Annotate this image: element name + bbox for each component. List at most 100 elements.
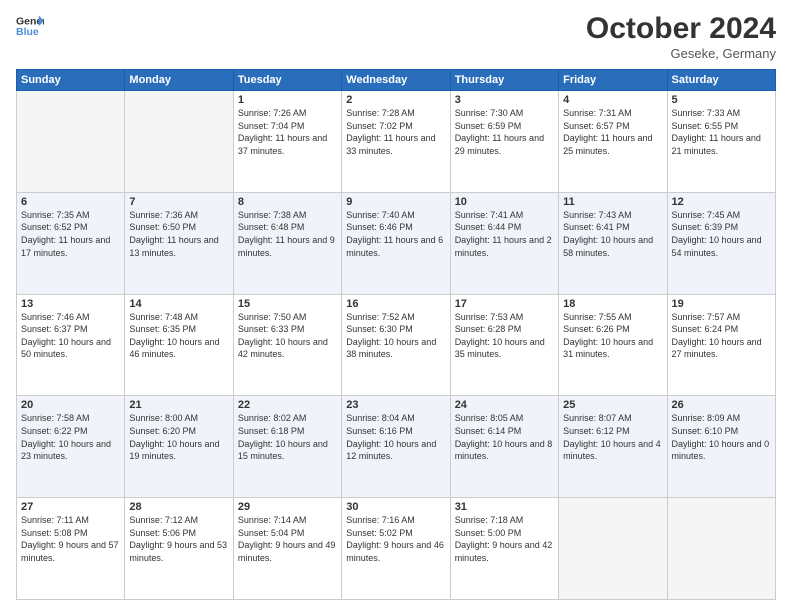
day-number: 2 (346, 94, 445, 106)
title-block: October 2024 Geseke, Germany (586, 12, 776, 61)
day-number: 6 (21, 196, 120, 208)
calendar-cell: 25Sunrise: 8:07 AM Sunset: 6:12 PM Dayli… (559, 396, 667, 498)
day-detail: Sunrise: 7:43 AM Sunset: 6:41 PM Dayligh… (563, 209, 662, 259)
day-number: 29 (238, 501, 337, 513)
logo: General Blue (16, 12, 44, 40)
day-number: 5 (672, 94, 771, 106)
calendar-cell: 11Sunrise: 7:43 AM Sunset: 6:41 PM Dayli… (559, 192, 667, 294)
day-number: 25 (563, 399, 662, 411)
week-row-3: 13Sunrise: 7:46 AM Sunset: 6:37 PM Dayli… (17, 294, 776, 396)
week-row-4: 20Sunrise: 7:58 AM Sunset: 6:22 PM Dayli… (17, 396, 776, 498)
day-number: 22 (238, 399, 337, 411)
day-number: 14 (129, 298, 228, 310)
calendar-cell: 18Sunrise: 7:55 AM Sunset: 6:26 PM Dayli… (559, 294, 667, 396)
calendar-cell: 24Sunrise: 8:05 AM Sunset: 6:14 PM Dayli… (450, 396, 558, 498)
week-row-5: 27Sunrise: 7:11 AM Sunset: 5:08 PM Dayli… (17, 498, 776, 600)
weekday-header-friday: Friday (559, 70, 667, 91)
calendar-cell: 14Sunrise: 7:48 AM Sunset: 6:35 PM Dayli… (125, 294, 233, 396)
day-number: 15 (238, 298, 337, 310)
calendar-cell: 27Sunrise: 7:11 AM Sunset: 5:08 PM Dayli… (17, 498, 125, 600)
day-number: 24 (455, 399, 554, 411)
day-detail: Sunrise: 7:36 AM Sunset: 6:50 PM Dayligh… (129, 209, 228, 259)
calendar-cell: 28Sunrise: 7:12 AM Sunset: 5:06 PM Dayli… (125, 498, 233, 600)
logo-icon: General Blue (16, 12, 44, 40)
svg-text:Blue: Blue (16, 26, 39, 38)
calendar-cell: 17Sunrise: 7:53 AM Sunset: 6:28 PM Dayli… (450, 294, 558, 396)
day-detail: Sunrise: 7:31 AM Sunset: 6:57 PM Dayligh… (563, 107, 662, 157)
day-detail: Sunrise: 8:04 AM Sunset: 6:16 PM Dayligh… (346, 412, 445, 462)
day-number: 12 (672, 196, 771, 208)
weekday-header-row: SundayMondayTuesdayWednesdayThursdayFrid… (17, 70, 776, 91)
day-detail: Sunrise: 7:58 AM Sunset: 6:22 PM Dayligh… (21, 412, 120, 462)
day-detail: Sunrise: 7:33 AM Sunset: 6:55 PM Dayligh… (672, 107, 771, 157)
day-number: 26 (672, 399, 771, 411)
day-detail: Sunrise: 7:57 AM Sunset: 6:24 PM Dayligh… (672, 311, 771, 361)
weekday-header-saturday: Saturday (667, 70, 775, 91)
day-detail: Sunrise: 7:45 AM Sunset: 6:39 PM Dayligh… (672, 209, 771, 259)
calendar-cell: 23Sunrise: 8:04 AM Sunset: 6:16 PM Dayli… (342, 396, 450, 498)
day-detail: Sunrise: 8:05 AM Sunset: 6:14 PM Dayligh… (455, 412, 554, 462)
weekday-header-wednesday: Wednesday (342, 70, 450, 91)
calendar-cell: 20Sunrise: 7:58 AM Sunset: 6:22 PM Dayli… (17, 396, 125, 498)
day-number: 16 (346, 298, 445, 310)
weekday-header-tuesday: Tuesday (233, 70, 341, 91)
day-detail: Sunrise: 7:52 AM Sunset: 6:30 PM Dayligh… (346, 311, 445, 361)
weekday-header-sunday: Sunday (17, 70, 125, 91)
day-detail: Sunrise: 7:11 AM Sunset: 5:08 PM Dayligh… (21, 514, 120, 564)
calendar-cell: 12Sunrise: 7:45 AM Sunset: 6:39 PM Dayli… (667, 192, 775, 294)
day-number: 19 (672, 298, 771, 310)
calendar-cell: 30Sunrise: 7:16 AM Sunset: 5:02 PM Dayli… (342, 498, 450, 600)
day-detail: Sunrise: 7:41 AM Sunset: 6:44 PM Dayligh… (455, 209, 554, 259)
calendar-cell: 15Sunrise: 7:50 AM Sunset: 6:33 PM Dayli… (233, 294, 341, 396)
calendar-cell: 19Sunrise: 7:57 AM Sunset: 6:24 PM Dayli… (667, 294, 775, 396)
day-detail: Sunrise: 7:53 AM Sunset: 6:28 PM Dayligh… (455, 311, 554, 361)
calendar-cell (17, 91, 125, 193)
day-detail: Sunrise: 8:00 AM Sunset: 6:20 PM Dayligh… (129, 412, 228, 462)
location: Geseke, Germany (586, 46, 776, 61)
weekday-header-thursday: Thursday (450, 70, 558, 91)
calendar-cell (125, 91, 233, 193)
day-detail: Sunrise: 7:38 AM Sunset: 6:48 PM Dayligh… (238, 209, 337, 259)
day-detail: Sunrise: 7:26 AM Sunset: 7:04 PM Dayligh… (238, 107, 337, 157)
header: General Blue October 2024 Geseke, German… (16, 12, 776, 61)
day-number: 4 (563, 94, 662, 106)
day-number: 20 (21, 399, 120, 411)
day-number: 3 (455, 94, 554, 106)
day-detail: Sunrise: 7:28 AM Sunset: 7:02 PM Dayligh… (346, 107, 445, 157)
day-number: 1 (238, 94, 337, 106)
day-number: 27 (21, 501, 120, 513)
day-number: 23 (346, 399, 445, 411)
calendar-cell: 3Sunrise: 7:30 AM Sunset: 6:59 PM Daylig… (450, 91, 558, 193)
calendar-cell: 29Sunrise: 7:14 AM Sunset: 5:04 PM Dayli… (233, 498, 341, 600)
calendar-cell: 6Sunrise: 7:35 AM Sunset: 6:52 PM Daylig… (17, 192, 125, 294)
calendar-cell: 13Sunrise: 7:46 AM Sunset: 6:37 PM Dayli… (17, 294, 125, 396)
calendar-cell: 31Sunrise: 7:18 AM Sunset: 5:00 PM Dayli… (450, 498, 558, 600)
calendar: SundayMondayTuesdayWednesdayThursdayFrid… (16, 69, 776, 600)
calendar-cell: 8Sunrise: 7:38 AM Sunset: 6:48 PM Daylig… (233, 192, 341, 294)
calendar-cell: 2Sunrise: 7:28 AM Sunset: 7:02 PM Daylig… (342, 91, 450, 193)
day-detail: Sunrise: 8:02 AM Sunset: 6:18 PM Dayligh… (238, 412, 337, 462)
calendar-cell: 7Sunrise: 7:36 AM Sunset: 6:50 PM Daylig… (125, 192, 233, 294)
day-number: 11 (563, 196, 662, 208)
day-number: 31 (455, 501, 554, 513)
day-detail: Sunrise: 7:14 AM Sunset: 5:04 PM Dayligh… (238, 514, 337, 564)
weekday-header-monday: Monday (125, 70, 233, 91)
day-number: 21 (129, 399, 228, 411)
day-detail: Sunrise: 7:50 AM Sunset: 6:33 PM Dayligh… (238, 311, 337, 361)
calendar-cell: 22Sunrise: 8:02 AM Sunset: 6:18 PM Dayli… (233, 396, 341, 498)
day-number: 7 (129, 196, 228, 208)
day-detail: Sunrise: 8:09 AM Sunset: 6:10 PM Dayligh… (672, 412, 771, 462)
calendar-cell: 9Sunrise: 7:40 AM Sunset: 6:46 PM Daylig… (342, 192, 450, 294)
calendar-cell: 16Sunrise: 7:52 AM Sunset: 6:30 PM Dayli… (342, 294, 450, 396)
day-detail: Sunrise: 7:40 AM Sunset: 6:46 PM Dayligh… (346, 209, 445, 259)
day-detail: Sunrise: 7:48 AM Sunset: 6:35 PM Dayligh… (129, 311, 228, 361)
day-detail: Sunrise: 7:30 AM Sunset: 6:59 PM Dayligh… (455, 107, 554, 157)
calendar-cell (667, 498, 775, 600)
day-number: 18 (563, 298, 662, 310)
calendar-cell: 21Sunrise: 8:00 AM Sunset: 6:20 PM Dayli… (125, 396, 233, 498)
day-detail: Sunrise: 7:18 AM Sunset: 5:00 PM Dayligh… (455, 514, 554, 564)
day-number: 13 (21, 298, 120, 310)
month-year: October 2024 (586, 12, 776, 46)
day-detail: Sunrise: 7:46 AM Sunset: 6:37 PM Dayligh… (21, 311, 120, 361)
week-row-1: 1Sunrise: 7:26 AM Sunset: 7:04 PM Daylig… (17, 91, 776, 193)
